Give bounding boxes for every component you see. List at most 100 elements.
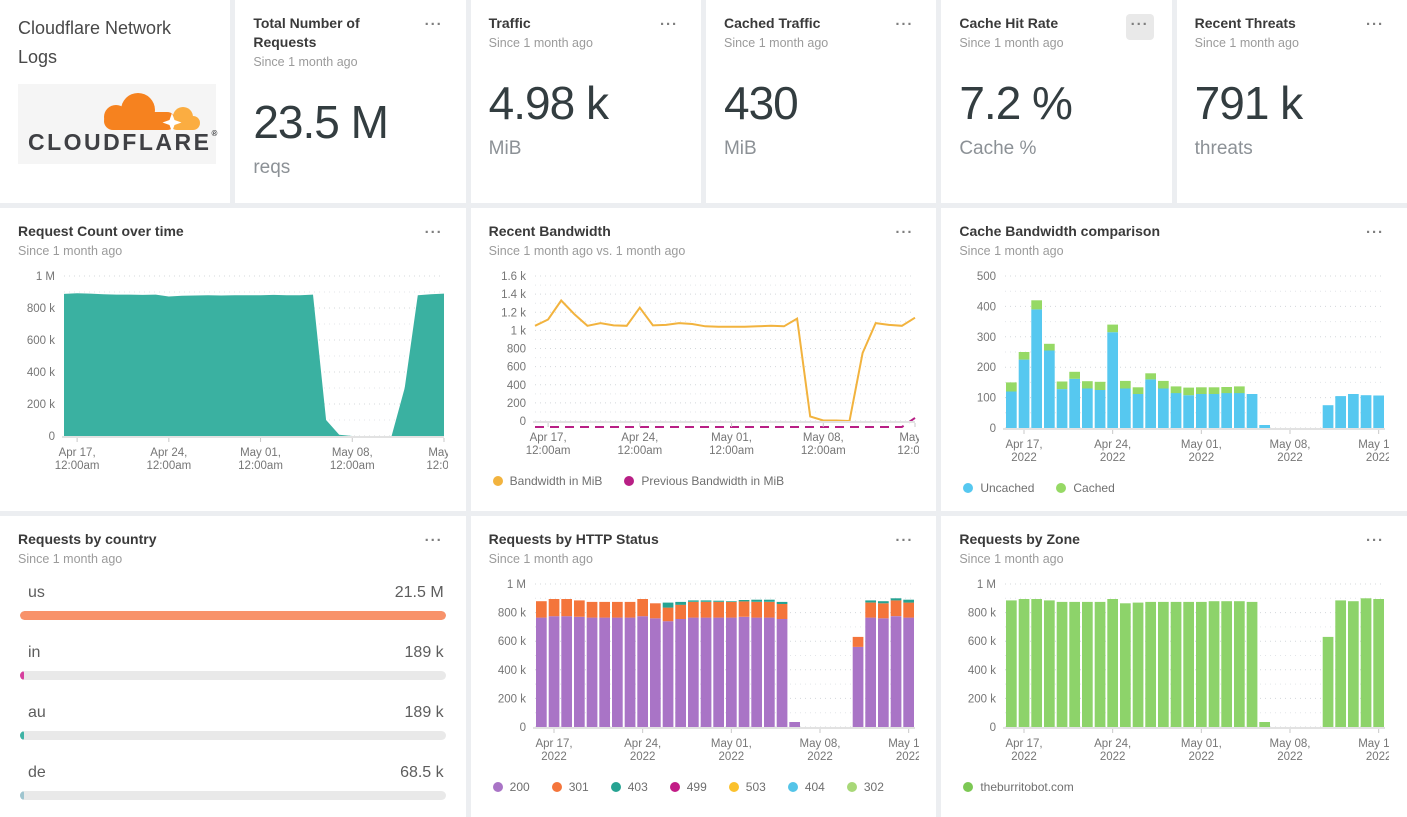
bar-segment[interactable] — [1373, 598, 1385, 727]
bar-segment[interactable] — [712, 617, 724, 727]
legend-item[interactable]: 403 — [610, 780, 648, 794]
bar-segment[interactable] — [1044, 350, 1056, 428]
bar-segment[interactable] — [535, 601, 547, 618]
bar-segment[interactable] — [776, 601, 788, 604]
panel-menu-button[interactable]: ··· — [1361, 14, 1389, 40]
bar-segment[interactable] — [1221, 601, 1233, 727]
chart-cache-bandwidth[interactable]: 500 400 300 200 100 0 Apr 17, 2022 Apr 24, 2022 Ma… — [959, 268, 1399, 495]
bar-segment[interactable] — [1145, 379, 1157, 428]
bar-segment[interactable] — [725, 601, 737, 602]
bar-segment[interactable] — [1348, 601, 1360, 727]
bar-segment[interactable] — [700, 601, 712, 618]
bar-segment[interactable] — [776, 603, 788, 619]
bar-segment[interactable] — [1209, 601, 1220, 727]
bar-segment[interactable] — [1221, 386, 1233, 393]
bar-segment[interactable] — [1057, 388, 1068, 428]
chart-recent-bandwidth[interactable]: 1.6 k 1.4 k 1.2 k 1 k 800 600 400 200 0 Apr 17, 12… — [489, 268, 933, 488]
bar-segment[interactable] — [611, 601, 623, 618]
bar-segment[interactable] — [725, 617, 737, 727]
bar-segment[interactable] — [611, 617, 623, 727]
panel-menu-button[interactable]: ··· — [1361, 530, 1389, 556]
panel-menu-button[interactable]: ··· — [890, 530, 918, 556]
chart-request-count[interactable]: 1 M 800 k 600 k 400 k 200 k 0 Apr 17, 12:00am Ap… — [18, 268, 462, 485]
bar-segment[interactable] — [1247, 393, 1258, 428]
bar-segment[interactable] — [750, 599, 762, 602]
bar-segment[interactable] — [1335, 395, 1347, 428]
bar-segment[interactable] — [598, 601, 610, 618]
legend-item[interactable]: Uncached — [963, 481, 1034, 495]
bar-segment[interactable] — [700, 600, 712, 602]
bar-segment[interactable] — [738, 601, 750, 617]
bar-segment[interactable] — [1057, 601, 1068, 727]
bar-segment[interactable] — [877, 618, 889, 727]
bar-segment[interactable] — [1006, 600, 1018, 727]
legend-item[interactable]: theburritobot.com — [963, 780, 1074, 794]
bar-segment[interactable] — [1171, 601, 1182, 727]
bar-segment[interactable] — [1348, 393, 1360, 428]
panel-menu-button[interactable]: ··· — [890, 222, 918, 248]
bar-segment[interactable] — [662, 607, 674, 622]
legend-item[interactable]: Cached — [1056, 481, 1115, 495]
bar-segment[interactable] — [750, 601, 762, 618]
bar-segment[interactable] — [1171, 386, 1182, 393]
bar-segment[interactable] — [1196, 387, 1208, 394]
bar-segment[interactable] — [1031, 309, 1043, 428]
chart-requests-by-country[interactable]: us 21.5 M in 189 k au 189 k de 68.5 k — [18, 584, 448, 800]
bar-segment[interactable] — [1069, 601, 1081, 727]
bar-segment[interactable] — [1221, 392, 1233, 428]
chart-http-status[interactable]: 1 M 800 k 600 k 400 k 200 k 0 Apr 17, 2022 Apr 2… — [489, 576, 929, 817]
bar-segment[interactable] — [674, 604, 686, 619]
bar-segment[interactable] — [548, 616, 560, 727]
bar-segment[interactable] — [902, 599, 914, 603]
bar-segment[interactable] — [1133, 387, 1144, 394]
chart-canvas[interactable]: 1 M 800 k 600 k 400 k 200 k 0Apr 17, 12:00am Ap… — [18, 268, 462, 480]
bar-segment[interactable] — [1095, 601, 1106, 727]
bar-segment[interactable] — [763, 601, 775, 618]
bar-segment[interactable] — [1361, 598, 1372, 727]
bar-segment[interactable] — [725, 601, 737, 618]
bar-segment[interactable] — [1361, 395, 1372, 428]
bar-segment[interactable] — [1006, 391, 1018, 428]
bar-segment[interactable] — [1019, 359, 1030, 428]
bar-segment[interactable] — [864, 600, 876, 603]
bar-segment[interactable] — [1133, 602, 1144, 727]
bar-segment[interactable] — [890, 616, 902, 727]
country-bar[interactable] — [20, 730, 24, 740]
bar-segment[interactable] — [1095, 389, 1106, 428]
legend-item[interactable]: 503 — [728, 780, 766, 794]
chart-canvas[interactable]: 500 400 300 200 100 0 Apr 17, 2022 Apr 24, 2022 Ma… — [959, 268, 1399, 472]
country-bar[interactable] — [20, 610, 446, 620]
bar-segment[interactable] — [687, 601, 699, 618]
bar-segment[interactable] — [1196, 601, 1208, 727]
bar-segment[interactable] — [586, 617, 598, 727]
bar-segment[interactable] — [1183, 387, 1195, 396]
bar-segment[interactable] — [1209, 387, 1220, 394]
country-bar[interactable] — [20, 790, 24, 800]
bar-segment[interactable] — [662, 602, 674, 608]
bar-segment[interactable] — [738, 599, 750, 602]
bar-segment[interactable] — [560, 616, 572, 727]
legend-item[interactable]: 302 — [846, 780, 884, 794]
bar-segment[interactable] — [864, 602, 876, 618]
bar-segment[interactable] — [1107, 324, 1119, 333]
bar-segment[interactable] — [1107, 332, 1119, 428]
bar-segment[interactable] — [852, 646, 864, 727]
area-series[interactable] — [64, 293, 444, 436]
bar-segment[interactable] — [1234, 392, 1246, 428]
legend-item[interactable]: Previous Bandwidth in MiB — [624, 474, 784, 488]
bar-segment[interactable] — [1133, 393, 1144, 428]
bar-segment[interactable] — [1069, 378, 1081, 428]
panel-menu-button[interactable]: ··· — [890, 14, 918, 40]
bar-segment[interactable] — [890, 600, 902, 616]
bar-segment[interactable] — [1158, 380, 1170, 389]
bar-segment[interactable] — [1120, 380, 1132, 389]
bar-segment[interactable] — [1373, 395, 1385, 428]
bar-segment[interactable] — [548, 598, 560, 617]
bar-segment[interactable] — [712, 600, 724, 602]
bar-segment[interactable] — [877, 603, 889, 619]
bar-segment[interactable] — [776, 618, 788, 727]
panel-menu-button[interactable]: ··· — [655, 14, 683, 40]
bar-segment[interactable] — [674, 601, 686, 605]
bar-segment[interactable] — [624, 617, 636, 727]
bar-segment[interactable] — [1234, 601, 1246, 727]
